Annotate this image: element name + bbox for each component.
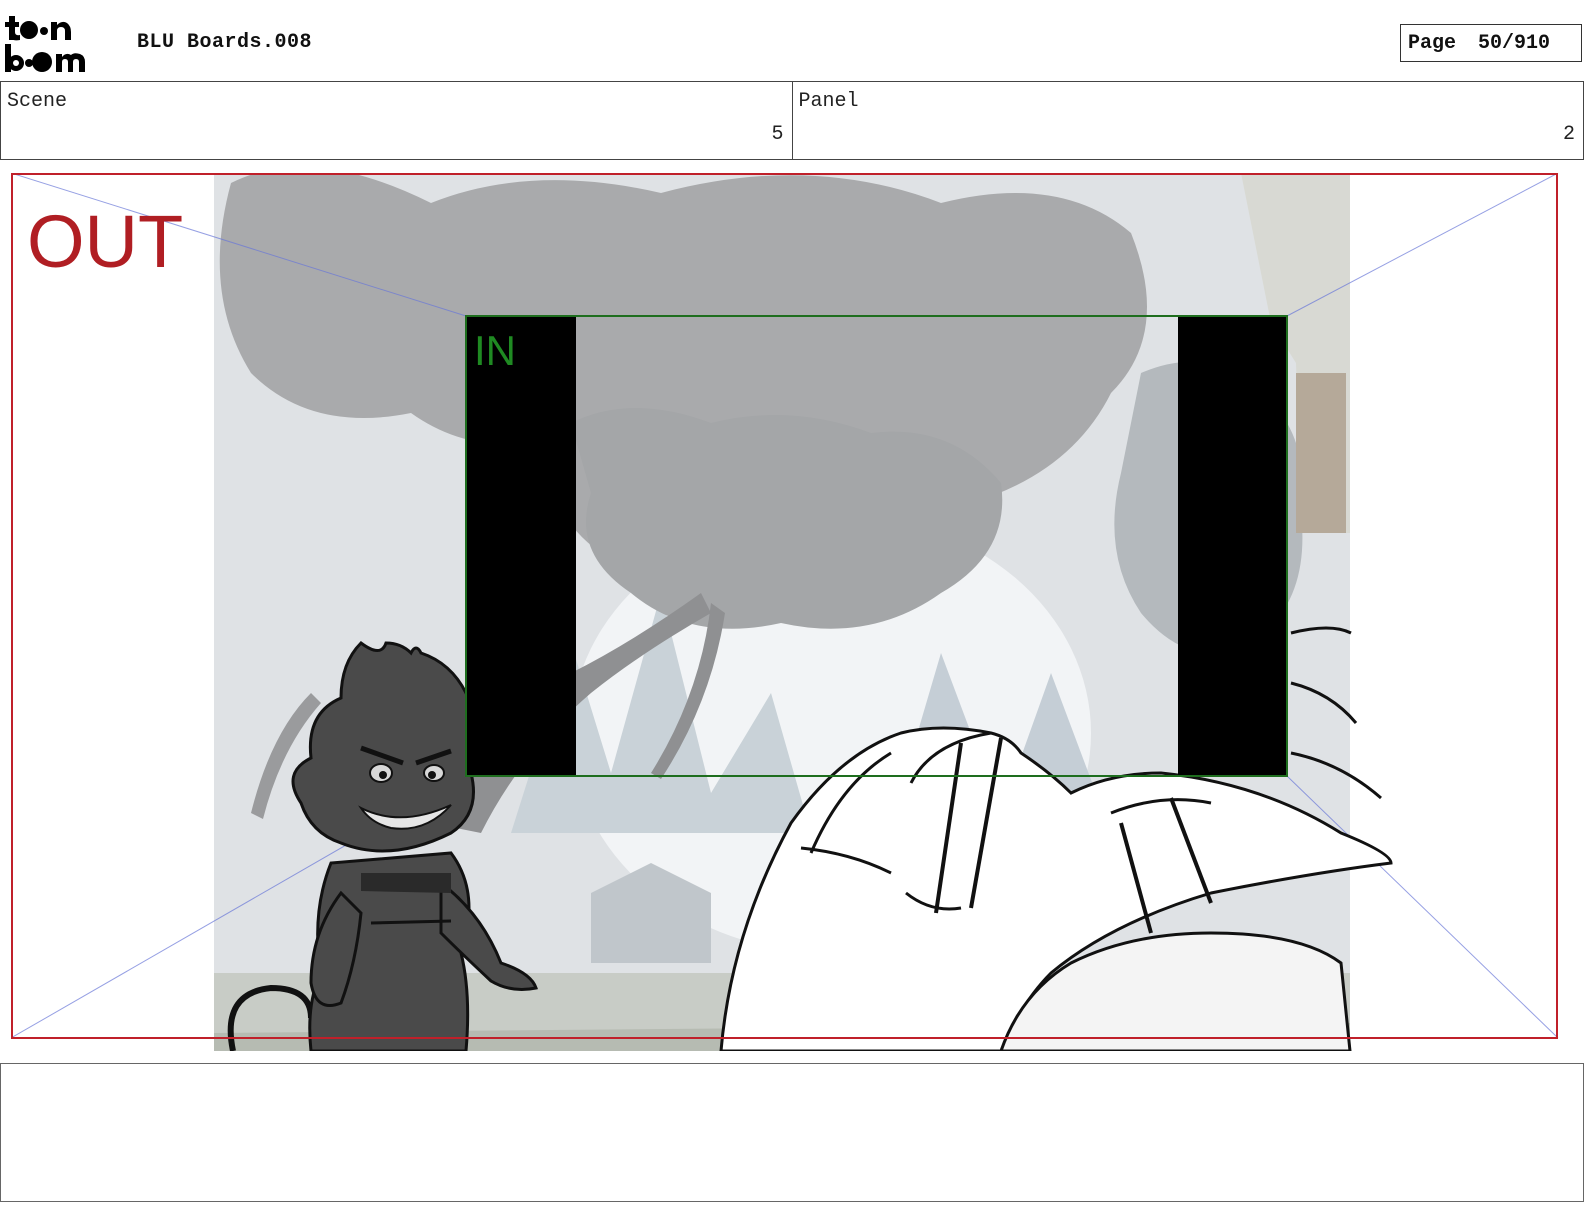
scene-number: 5 — [771, 123, 784, 146]
page-label: Page — [1408, 31, 1457, 55]
page-indicator: Page 50/910 — [1400, 24, 1582, 62]
in-label: IN — [474, 327, 516, 374]
scene-label: Scene — [7, 90, 68, 113]
out-label: OUT — [27, 200, 183, 283]
document-title: BLU Boards.008 — [137, 31, 313, 54]
toon-boom-logo-icon — [5, 16, 85, 72]
scene-panel-row: Scene 5 Panel 2 — [0, 81, 1584, 160]
scene-cell: Scene 5 — [0, 82, 792, 159]
panel-notes-area[interactable] — [0, 1063, 1584, 1202]
letterbox-left — [466, 316, 576, 776]
panel-cell: Panel 2 — [791, 82, 1584, 159]
letterbox-right — [1178, 316, 1287, 776]
panel-number: 2 — [1562, 123, 1575, 146]
panel-label: Panel — [798, 90, 859, 113]
panel-artwork: OUT IN — [11, 173, 1573, 1051]
storyboard-panel: OUT IN — [11, 173, 1573, 1051]
page-number: 50/910 — [1478, 31, 1551, 55]
